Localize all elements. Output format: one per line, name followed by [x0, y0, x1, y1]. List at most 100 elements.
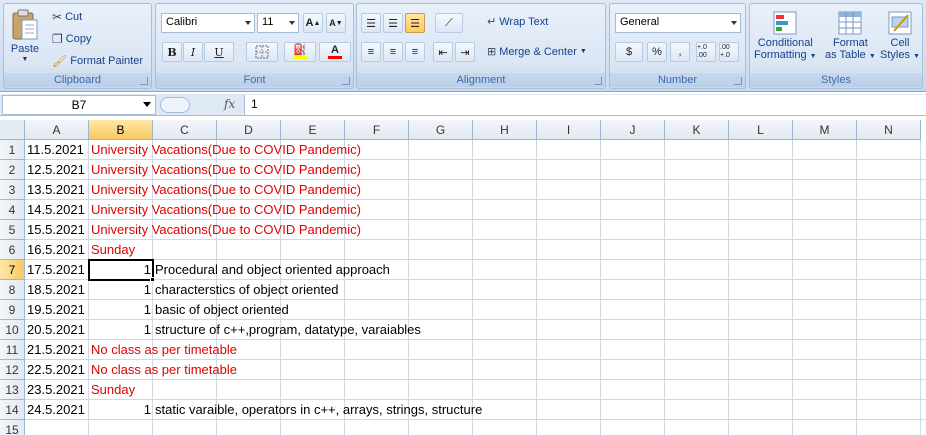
cell-a6[interactable]: 16.5.2021 — [25, 240, 87, 260]
cell-a7[interactable]: 17.5.2021 — [25, 260, 87, 280]
wrap-text-button[interactable]: ↵ Wrap Text — [487, 15, 548, 29]
column-header-n[interactable]: N — [857, 120, 921, 140]
copy-button[interactable]: ❐ Copy — [52, 32, 91, 46]
column-header-h[interactable]: H — [473, 120, 537, 140]
insert-function-icon[interactable]: fx — [224, 97, 235, 111]
number-launcher-icon[interactable] — [734, 77, 742, 85]
cell-c14[interactable]: static varaible, operators in c++, array… — [153, 400, 484, 420]
align-left-button[interactable]: ≡ — [361, 42, 381, 62]
number-format-select[interactable]: General — [615, 13, 741, 33]
cell-a4[interactable]: 14.5.2021 — [25, 200, 87, 220]
row-header-1[interactable]: 1 — [0, 140, 25, 160]
format-painter-button[interactable]: 🖌 Format Painter — [52, 54, 143, 68]
currency-button[interactable]: $ — [615, 42, 643, 62]
column-header-a[interactable]: A — [25, 120, 89, 140]
decrease-indent-button[interactable]: ⇤ — [433, 42, 453, 62]
column-header-j[interactable]: J — [601, 120, 665, 140]
cell-b9[interactable]: 1 — [89, 300, 153, 320]
font-size-select[interactable]: 11 — [257, 13, 299, 33]
cell-b2[interactable]: University Vacations(Due to COVID Pandem… — [89, 160, 363, 180]
row-header-7[interactable]: 7 — [0, 260, 25, 280]
alignment-launcher-icon[interactable] — [594, 77, 602, 85]
row-header-6[interactable]: 6 — [0, 240, 25, 260]
column-header-m[interactable]: M — [793, 120, 857, 140]
percent-button[interactable]: % — [647, 42, 667, 62]
column-header-e[interactable]: E — [281, 120, 345, 140]
formula-input[interactable]: 1 — [244, 95, 926, 115]
cell-c8[interactable]: characterstics of object oriented — [153, 280, 341, 300]
column-header-f[interactable]: F — [345, 120, 409, 140]
row-header-5[interactable]: 5 — [0, 220, 25, 240]
cell-a3[interactable]: 13.5.2021 — [25, 180, 87, 200]
row-header-3[interactable]: 3 — [0, 180, 25, 200]
formula-bar-expander[interactable] — [160, 97, 190, 113]
cell-b11[interactable]: No class as per timetable — [89, 340, 239, 360]
font-name-select[interactable]: Calibri — [161, 13, 255, 33]
cell-c10[interactable]: structure of c++,program, datatype, vara… — [153, 320, 423, 340]
cell-c9[interactable]: basic of object oriented — [153, 300, 291, 320]
decrease-decimal-button[interactable]: .00 +.0 — [719, 42, 739, 62]
row-header-13[interactable]: 13 — [0, 380, 25, 400]
font-color-button[interactable]: A — [319, 42, 351, 62]
row-header-8[interactable]: 8 — [0, 280, 25, 300]
row-header-9[interactable]: 9 — [0, 300, 25, 320]
paste-dropdown-icon[interactable]: ▼ — [22, 56, 29, 63]
name-box[interactable]: B7 — [2, 95, 156, 115]
chevron-down-icon[interactable] — [143, 102, 151, 107]
underline-button[interactable]: U — [204, 42, 234, 62]
cell-a12[interactable]: 22.5.2021 — [25, 360, 87, 380]
align-center-button[interactable]: ≡ — [383, 42, 403, 62]
select-all-corner[interactable] — [0, 120, 25, 140]
cell-b5[interactable]: University Vacations(Due to COVID Pandem… — [89, 220, 363, 240]
merge-center-button[interactable]: ⊞ Merge & Center ▼ — [487, 45, 587, 59]
cell-b4[interactable]: University Vacations(Due to COVID Pandem… — [89, 200, 363, 220]
row-header-14[interactable]: 14 — [0, 400, 25, 420]
increase-indent-button[interactable]: ⇥ — [455, 42, 475, 62]
cell-styles-button[interactable]: Cell Styles ▼ — [880, 9, 920, 63]
bold-button[interactable]: B — [162, 42, 182, 62]
cell-b3[interactable]: University Vacations(Due to COVID Pandem… — [89, 180, 363, 200]
clipboard-launcher-icon[interactable] — [140, 77, 148, 85]
cell-b6[interactable]: Sunday — [89, 240, 137, 260]
shrink-font-button[interactable]: A ▼ — [326, 13, 346, 33]
cell-a14[interactable]: 24.5.2021 — [25, 400, 87, 420]
cut-button[interactable]: ✂ Cut — [52, 10, 82, 24]
cell-a9[interactable]: 19.5.2021 — [25, 300, 87, 320]
conditional-formatting-button[interactable]: Conditional Formatting ▼ — [754, 9, 817, 63]
column-header-g[interactable]: G — [409, 120, 473, 140]
cell-b1[interactable]: University Vacations(Due to COVID Pandem… — [89, 140, 363, 160]
paste-button[interactable]: Paste ▼ — [10, 8, 40, 63]
cell-c7[interactable]: Procedural and object oriented approach — [153, 260, 392, 280]
column-header-d[interactable]: D — [217, 120, 281, 140]
column-header-i[interactable]: I — [537, 120, 601, 140]
comma-button[interactable]: , — [670, 42, 690, 62]
cell-b10[interactable]: 1 — [89, 320, 153, 340]
cell-a13[interactable]: 23.5.2021 — [25, 380, 87, 400]
column-header-l[interactable]: L — [729, 120, 793, 140]
font-launcher-icon[interactable] — [342, 77, 350, 85]
row-header-10[interactable]: 10 — [0, 320, 25, 340]
column-header-k[interactable]: K — [665, 120, 729, 140]
format-as-table-button[interactable]: Format as Table ▼ — [825, 9, 876, 63]
borders-button[interactable] — [246, 42, 278, 62]
fill-handle[interactable] — [150, 277, 155, 282]
cell-a10[interactable]: 20.5.2021 — [25, 320, 87, 340]
row-header-12[interactable]: 12 — [0, 360, 25, 380]
cell-b14[interactable]: 1 — [89, 400, 153, 420]
row-header-15[interactable]: 15 — [0, 420, 25, 435]
grow-font-button[interactable]: A ▲ — [303, 13, 323, 33]
orientation-button[interactable]: ⟋ — [435, 13, 463, 33]
cell-b13[interactable]: Sunday — [89, 380, 137, 400]
column-header-b[interactable]: B — [89, 120, 153, 140]
increase-decimal-button[interactable]: +.0 .00 — [696, 42, 716, 62]
row-header-2[interactable]: 2 — [0, 160, 25, 180]
cell-a11[interactable]: 21.5.2021 — [25, 340, 87, 360]
cell-b12[interactable]: No class as per timetable — [89, 360, 239, 380]
fill-color-button[interactable]: ⛽ — [284, 42, 316, 62]
cell-b8[interactable]: 1 — [89, 280, 153, 300]
column-header-c[interactable]: C — [153, 120, 217, 140]
cells-area[interactable]: 11.5.2021 University Vacations(Due to COV… — [25, 140, 926, 435]
italic-button[interactable]: I — [183, 42, 203, 62]
row-header-11[interactable]: 11 — [0, 340, 25, 360]
align-top-button[interactable]: ☰ — [361, 13, 381, 33]
